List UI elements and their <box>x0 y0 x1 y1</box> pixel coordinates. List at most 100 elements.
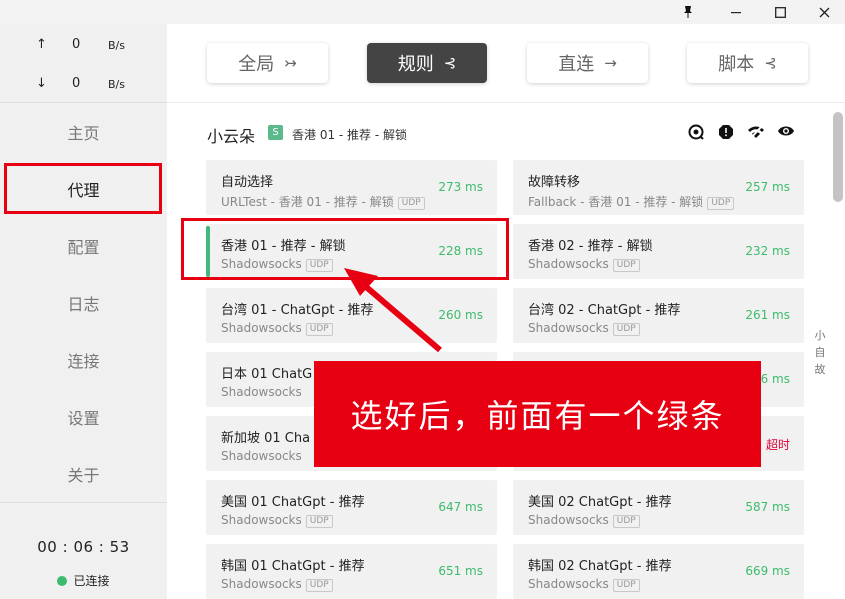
latency-test-icon[interactable] <box>687 124 705 142</box>
proxy-card[interactable]: 台湾 02 - ChatGpt - 推荐 Shadowsocks UDP 261 … <box>513 288 804 343</box>
eye-icon[interactable] <box>777 124 795 142</box>
proxy-delay[interactable]: 273 ms <box>438 180 483 194</box>
sidebar-divider <box>0 502 167 503</box>
proxy-delay[interactable]: 232 ms <box>745 244 790 258</box>
download-value: 0 <box>72 76 81 91</box>
mode-label: 脚本 <box>718 54 755 75</box>
udp-badge: UDP <box>397 197 425 210</box>
proxy-delay[interactable]: 651 ms <box>438 564 483 578</box>
mode-label: 规则 <box>397 54 434 75</box>
proxy-name: 台湾 02 - ChatGpt - 推荐 <box>528 303 681 318</box>
upload-arrow-icon: ↑ <box>36 37 47 52</box>
proxy-name: 韩国 02 ChatGpt - 推荐 <box>528 559 672 574</box>
status-label: 已连接 <box>73 574 110 588</box>
proxy-card[interactable]: 台湾 01 - ChatGpt - 推荐 Shadowsocks UDP 260 … <box>206 288 497 343</box>
connection-status: 已连接 <box>0 572 167 589</box>
proxy-type: Shadowsocks UDP <box>221 321 333 336</box>
session-timer: 00 : 06 : 53 <box>37 538 130 556</box>
udp-badge: UDP <box>612 259 640 272</box>
group-name[interactable]: 小云朵 <box>207 123 255 147</box>
mode-global-button[interactable]: 全局 ↣ <box>207 43 328 83</box>
proxy-name: 日本 01 ChatG <box>221 367 313 382</box>
udp-badge: UDP <box>305 323 333 336</box>
sidebar-item-home[interactable]: 主页 <box>0 112 167 152</box>
udp-badge: UDP <box>707 197 735 210</box>
udp-badge: UDP <box>305 579 333 592</box>
upload-speed: ↑ 0 B/s <box>0 37 167 57</box>
maximize-icon[interactable] <box>760 0 800 24</box>
proxy-card[interactable]: 美国 01 ChatGpt - 推荐 Shadowsocks UDP 647 ms <box>206 480 497 535</box>
proxy-delay-timeout[interactable]: 超时 <box>766 436 790 453</box>
download-arrow-icon: ↓ <box>36 76 47 91</box>
upload-unit: B/s <box>108 39 125 52</box>
sidebar-item-profiles[interactable]: 配置 <box>0 226 167 266</box>
pin-icon[interactable] <box>668 0 708 24</box>
proxy-name: 美国 02 ChatGpt - 推荐 <box>528 495 672 510</box>
sidebar: ↑ 0 B/s ↓ 0 B/s 主页 代理 配置 日志 连接 设置 关于 00 … <box>0 24 167 599</box>
udp-badge: UDP <box>305 515 333 528</box>
mode-label: 直连 <box>558 54 595 75</box>
upload-value: 0 <box>72 37 81 52</box>
proxy-type: Shadowsocks UDP <box>528 577 640 592</box>
proxy-card[interactable]: 自动选择 URLTest - 香港 01 - 推荐 - 解锁 UDP 273 ms <box>206 160 497 215</box>
group-type-badge: S <box>268 125 283 140</box>
proxy-type: Shadowsocks UDP <box>221 577 333 592</box>
proxy-delay[interactable]: 6 ms <box>761 372 790 386</box>
proxy-name: 韩国 01 ChatGpt - 推荐 <box>221 559 365 574</box>
mode-script-button[interactable]: 脚本 ⊰ <box>687 43 808 83</box>
proxy-type: Shadowsocks <box>221 385 302 399</box>
title-bar <box>0 0 845 24</box>
sidebar-item-about[interactable]: 关于 <box>0 454 167 494</box>
proxy-type: Fallback - 香港 01 - 推荐 - 解锁 UDP <box>528 193 735 210</box>
proxy-delay[interactable]: 587 ms <box>745 500 790 514</box>
annotation-callout: 选好后，前面有一个绿条 <box>314 361 761 467</box>
side-tab-label[interactable]: 小自故 <box>812 327 828 378</box>
annotation-proxy-highlight <box>181 218 509 280</box>
global-arrow-icon: ↣ <box>284 54 297 72</box>
sidebar-divider <box>0 102 167 103</box>
sidebar-item-settings[interactable]: 设置 <box>0 397 167 437</box>
proxy-card[interactable]: 韩国 02 ChatGpt - 推荐 Shadowsocks UDP 669 ms <box>513 544 804 599</box>
minimize-icon[interactable] <box>716 0 756 24</box>
udp-badge: UDP <box>612 515 640 528</box>
proxy-card[interactable]: 美国 02 ChatGpt - 推荐 Shadowsocks UDP 587 ms <box>513 480 804 535</box>
status-dot-icon <box>57 576 68 586</box>
proxy-card[interactable]: 香港 02 - 推荐 - 解锁 Shadowsocks UDP 232 ms <box>513 224 804 279</box>
header-divider <box>167 102 845 103</box>
download-unit: B/s <box>108 78 125 91</box>
script-branch-icon: ⊰ <box>764 54 777 72</box>
proxy-type: URLTest - 香港 01 - 推荐 - 解锁 UDP <box>221 193 425 210</box>
proxy-type: Shadowsocks <box>221 449 302 463</box>
mode-label: 全局 <box>238 54 275 75</box>
proxy-delay[interactable]: 647 ms <box>438 500 483 514</box>
proxy-name: 新加坡 01 Cha <box>221 431 311 446</box>
scrollbar-thumb[interactable] <box>833 112 843 202</box>
mode-direct-button[interactable]: 直连 → <box>527 43 648 83</box>
udp-badge: UDP <box>612 579 640 592</box>
proxy-type: Shadowsocks UDP <box>221 513 333 528</box>
proxy-delay[interactable]: 260 ms <box>438 308 483 322</box>
sidebar-item-logs[interactable]: 日志 <box>0 283 167 323</box>
proxy-type: Shadowsocks UDP <box>528 513 640 528</box>
rule-branch-icon: ⊰ <box>443 54 457 72</box>
proxy-name: 美国 01 ChatGpt - 推荐 <box>221 495 365 510</box>
direct-arrow-icon: → <box>604 54 617 72</box>
close-icon[interactable] <box>804 0 844 24</box>
proxy-card[interactable]: 韩国 01 ChatGpt - 推荐 Shadowsocks UDP 651 ms <box>206 544 497 599</box>
alert-icon[interactable] <box>717 124 735 142</box>
proxy-name: 自动选择 <box>221 175 274 190</box>
proxy-delay[interactable]: 257 ms <box>745 180 790 194</box>
wifi-icon[interactable] <box>747 124 765 142</box>
proxy-delay[interactable]: 261 ms <box>745 308 790 322</box>
group-selected-proxy: 香港 01 - 推荐 - 解锁 <box>292 128 408 142</box>
proxy-name: 台湾 01 - ChatGpt - 推荐 <box>221 303 374 318</box>
proxy-name: 香港 02 - 推荐 - 解锁 <box>528 239 653 254</box>
sidebar-item-connections[interactable]: 连接 <box>0 340 167 380</box>
proxy-name: 故障转移 <box>528 175 581 190</box>
mode-rule-button[interactable]: 规则 ⊰ <box>367 43 487 83</box>
proxy-delay[interactable]: 669 ms <box>745 564 790 578</box>
proxy-type: Shadowsocks UDP <box>528 257 640 272</box>
annotation-nav-highlight <box>4 163 162 214</box>
udp-badge: UDP <box>612 323 640 336</box>
proxy-card[interactable]: 故障转移 Fallback - 香港 01 - 推荐 - 解锁 UDP 257 m… <box>513 160 804 215</box>
